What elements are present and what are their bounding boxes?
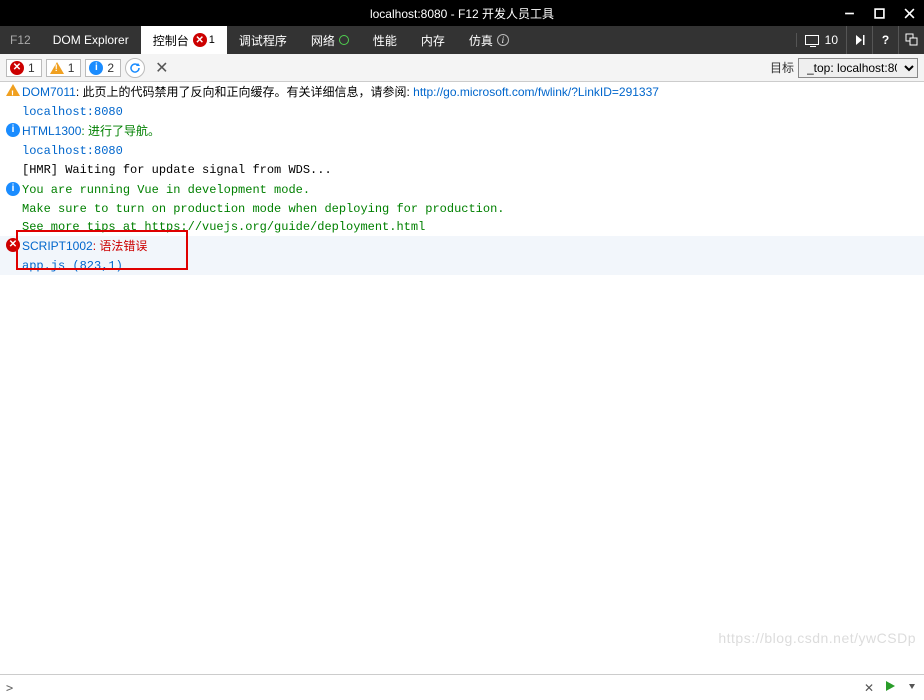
window-controls [834,0,924,26]
error-badge-icon: ✕ [193,33,207,47]
help-button[interactable]: ? [872,26,898,54]
maximize-button[interactable] [864,0,894,26]
window-title: localhost:8080 - F12 开发人员工具 [370,5,554,22]
info-icon: i [6,182,20,196]
warning-icon [50,62,64,74]
filter-errors-count: 1 [28,61,35,75]
console-message-info: i You are running Vue in development mod… [0,180,924,200]
msg-code: HTML1300 [22,124,81,138]
tab-memory[interactable]: 内存 [409,26,457,54]
error-icon: ✕ [6,238,20,252]
console-output[interactable]: DOM7011: 此页上的代码禁用了反向和正向缓存。有关详细信息，请参阅: ht… [0,82,924,674]
expand-chevron-icon[interactable] [906,680,918,695]
tabbar-right-tools: 10 ? [796,26,924,54]
console-input-line[interactable]: > ✕ [0,674,924,700]
tab-dom-explorer[interactable]: DOM Explorer [41,26,141,54]
filter-info-count: 2 [107,61,114,75]
document-mode-value: 10 [825,33,838,47]
unpin-button[interactable] [898,26,924,54]
msg-source[interactable]: localhost:8080 [0,103,924,121]
tab-console-error-count: 1 [209,34,215,46]
warning-icon [6,84,20,96]
prompt-chevron-icon: > [6,681,13,695]
info-icon: i [6,123,20,137]
tab-emulation-label: 仿真 [469,32,493,49]
msg-code: DOM7011 [22,85,76,99]
tabbar: F12 DOM Explorer 控制台 ✕ 1 调试程序 网络 性能 内存 仿… [0,26,924,54]
record-icon [339,35,349,45]
document-mode[interactable]: 10 [796,33,846,47]
error-icon: ✕ [10,61,24,75]
tab-network[interactable]: 网络 [299,26,361,54]
tab-performance[interactable]: 性能 [361,26,409,54]
skip-forward-button[interactable] [846,26,872,54]
tab-debugger[interactable]: 调试程序 [227,26,299,54]
console-toolbar: ✕ 1 1 i 2 ✕ 目标 _top: localhost:8080 [0,54,924,82]
target-label: 目标 [770,59,794,76]
info-icon: i [89,61,103,75]
console-message-info: i HTML1300: 进行了导航。 [0,121,924,142]
msg-source[interactable]: app.js (823,1) [0,257,924,275]
screen-icon [805,35,819,45]
msg-link[interactable]: http://go.microsoft.com/fwlink/?LinkID=2… [413,85,659,99]
minimize-button[interactable] [834,0,864,26]
msg-source[interactable]: localhost:8080 [0,142,924,160]
run-icon[interactable] [884,680,896,695]
tab-network-label: 网络 [311,32,335,49]
target-select[interactable]: _top: localhost:8080 [798,58,918,78]
watermark: https://blog.csdn.net/ywCSDp [718,630,916,646]
refresh-button[interactable] [125,58,145,78]
filter-errors[interactable]: ✕ 1 [6,59,42,77]
clear-button[interactable]: ✕ [149,58,174,78]
close-button[interactable] [894,0,924,26]
target-selector-group: 目标 _top: localhost:8080 [770,58,918,78]
console-message-log: [HMR] Waiting for update signal from WDS… [0,160,924,180]
titlebar: localhost:8080 - F12 开发人员工具 [0,0,924,26]
tab-console[interactable]: 控制台 ✕ 1 [141,26,227,54]
console-message-error: ✕ SCRIPT1002: 语法错误 [0,236,924,257]
filter-warnings[interactable]: 1 [46,59,82,77]
filter-info[interactable]: i 2 [85,59,121,77]
tab-emulation[interactable]: 仿真 i [457,26,521,54]
console-message-warning: DOM7011: 此页上的代码禁用了反向和正向缓存。有关详细信息，请参阅: ht… [0,82,924,103]
info-icon: i [497,34,509,46]
f12-label: F12 [0,26,41,54]
filter-warnings-count: 1 [68,61,75,75]
close-icon[interactable]: ✕ [864,681,874,695]
msg-code: SCRIPT1002 [22,239,93,253]
tab-console-label: 控制台 [153,32,189,49]
